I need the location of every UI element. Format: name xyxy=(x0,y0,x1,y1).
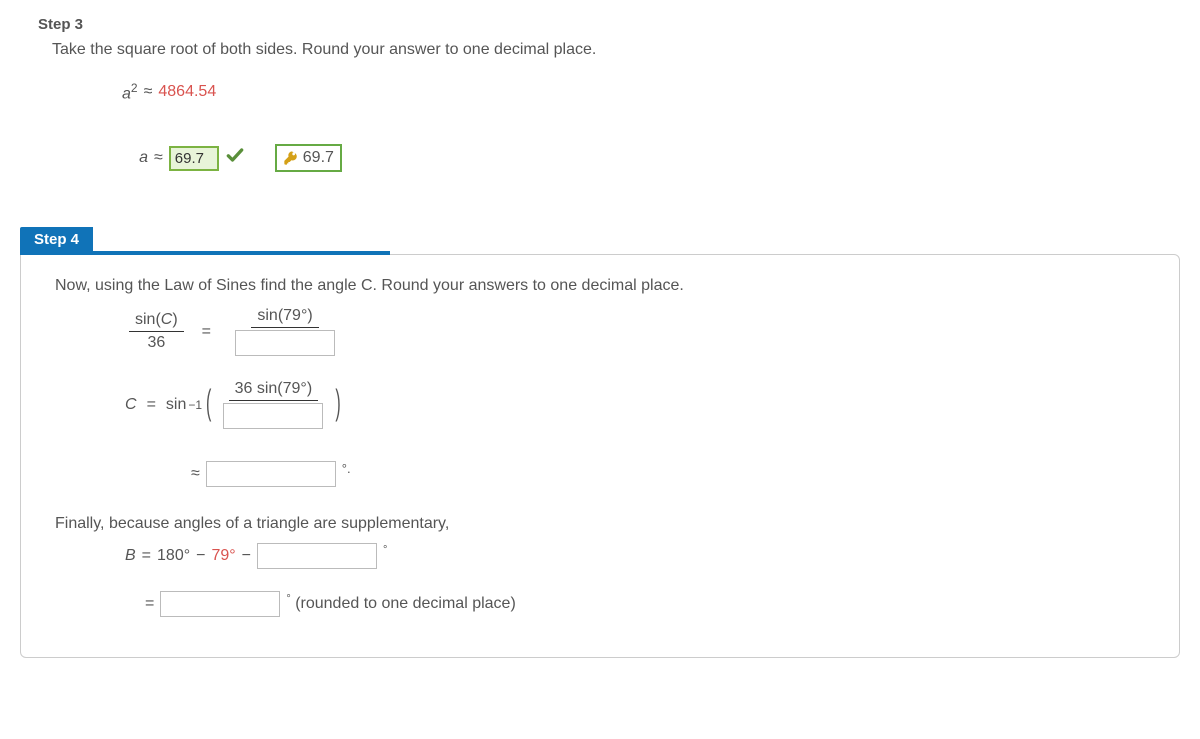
eq2-var: a xyxy=(122,149,148,167)
step3-body: Take the square root of both sides. Roun… xyxy=(0,41,1200,179)
frac1-den: 36 xyxy=(141,332,171,352)
arcsin-sin: sin xyxy=(166,396,186,414)
B-final-row: = ° (rounded to one decimal place) xyxy=(55,591,1145,617)
step3-instruction: Take the square root of both sides. Roun… xyxy=(52,41,1200,59)
step4-tab: Step 4 xyxy=(20,227,93,255)
step3-header: Step 3 xyxy=(0,8,1200,41)
final-eq: = xyxy=(145,595,154,613)
approx-symbol: ≈ xyxy=(154,149,163,167)
deg-period: °. xyxy=(342,461,351,476)
paren-close: ) xyxy=(335,385,340,425)
C-approx-row: ≈ °. xyxy=(55,453,1145,495)
step3-section: Step 3 Take the square root of both side… xyxy=(0,0,1200,217)
frac2-den-input[interactable] xyxy=(235,330,335,356)
step3-eq2: a ≈ 69.7 xyxy=(52,137,1200,179)
B-minus2: − xyxy=(242,547,251,565)
answer-value: 69.7 xyxy=(303,149,334,167)
arcsin-eq: = xyxy=(147,396,156,414)
approx-symbol: ≈ xyxy=(191,465,200,483)
step4-instruction: Now, using the Law of Sines find the ang… xyxy=(55,277,1145,295)
B-final-input[interactable] xyxy=(160,591,280,617)
B-subtract-input[interactable] xyxy=(257,543,377,569)
eq1-rhs: 4864.54 xyxy=(158,83,216,101)
C-value-input[interactable] xyxy=(206,461,336,487)
step4-section: Step 4 Now, using the Law of Sines find … xyxy=(20,227,1180,659)
arcsin-num: 36 sin(79°) xyxy=(229,380,319,401)
key-icon xyxy=(283,150,299,166)
frac-sin79-blank: sin(79°) xyxy=(229,307,341,356)
B-79: 79° xyxy=(211,547,235,565)
arcsin-C: C xyxy=(125,396,137,414)
B-minus1: − xyxy=(196,547,205,565)
step4-tab-row: Step 4 xyxy=(20,227,1180,255)
eq1-var: a xyxy=(122,85,131,102)
step3-eq1: a2 ≈ 4864.54 xyxy=(52,71,1200,113)
frac-sinC-36: sin(C) 36 xyxy=(129,311,184,352)
B-deg: ° xyxy=(383,544,387,556)
sines-eq: sin(C) 36 = sin(79°) xyxy=(55,307,1145,356)
step4-panel: Now, using the Law of Sines find the ang… xyxy=(20,254,1180,658)
B-eq: = xyxy=(142,547,151,565)
B-eq-row: B = 180° − 79° − ° xyxy=(55,543,1145,569)
B-var: B xyxy=(125,547,136,565)
eq1-lhs: a2 xyxy=(122,81,138,103)
frac2-num: sin(79°) xyxy=(251,307,318,328)
equals-sign: = xyxy=(202,323,211,341)
frac2-den xyxy=(229,328,341,356)
supplementary-text: Finally, because angles of a triangle ar… xyxy=(55,515,1145,533)
arcsin-frac: 36 sin(79°) xyxy=(217,380,329,429)
frac1-num: sin(C) xyxy=(129,311,184,332)
arcsin-row: C = sin−1 ( 36 sin(79°) ) xyxy=(55,380,1145,429)
paren-open: ( xyxy=(206,385,211,425)
arcsin-neg1: −1 xyxy=(188,398,202,412)
eq2-input[interactable] xyxy=(169,146,219,171)
B-180: 180° xyxy=(157,547,190,565)
approx-symbol: ≈ xyxy=(144,83,153,101)
answer-key-box: 69.7 xyxy=(275,144,342,172)
arcsin-den-input[interactable] xyxy=(223,403,323,429)
final-tail: ° (rounded to one decimal place) xyxy=(286,595,515,613)
eq1-exp: 2 xyxy=(131,81,138,95)
arcsin-den xyxy=(217,401,329,429)
check-icon xyxy=(225,145,245,171)
